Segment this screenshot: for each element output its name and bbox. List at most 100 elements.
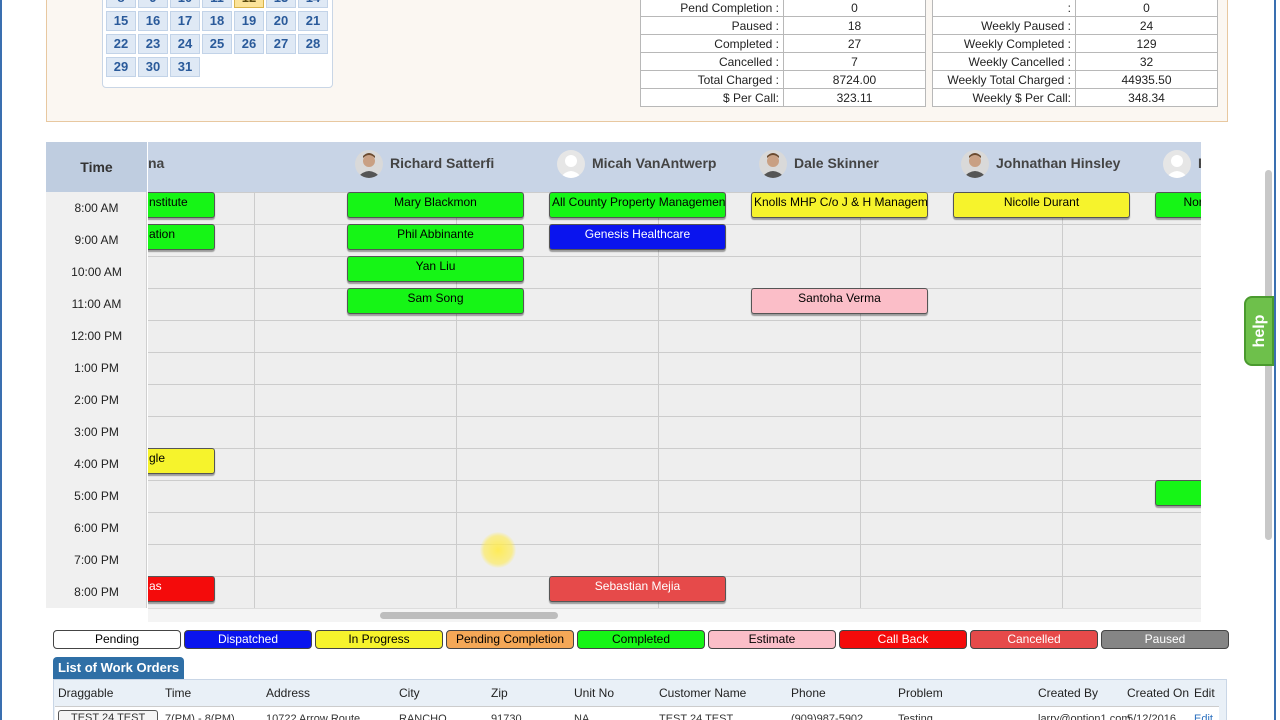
- schedule-horizontal-scrollbar[interactable]: [148, 608, 1201, 622]
- time-slot-label: 1:00 PM: [74, 361, 119, 375]
- grid-row-line: [148, 416, 1201, 417]
- technician-header-row: na Richard Satterfi Micah VanAntwerp Dale S…: [148, 142, 1201, 192]
- stats-row: Completed :27: [640, 34, 926, 53]
- stats-value: 24: [1075, 16, 1218, 35]
- stats-value: 18: [783, 16, 926, 35]
- grid-row-line: [148, 544, 1201, 545]
- column-header[interactable]: Zip: [491, 686, 508, 700]
- calendar-day[interactable]: 12: [234, 0, 264, 8]
- calendar-day[interactable]: 25: [202, 34, 232, 54]
- table-cell: 7(PM) - 8(PM): [165, 713, 235, 720]
- table-cell[interactable]: Edit: [1194, 713, 1213, 720]
- calendar-day[interactable]: 16: [138, 11, 168, 31]
- calendar-day[interactable]: 21: [298, 11, 328, 31]
- column-header[interactable]: Problem: [898, 686, 943, 700]
- stats-row: Weekly Cancelled :32: [932, 52, 1218, 71]
- work-order-block[interactable]: Sam Song: [347, 288, 524, 314]
- table-row[interactable]: TEST 24 TEST 7(PM) - 8(PM) 10722 Arrow Rou…: [55, 706, 1219, 720]
- column-header[interactable]: Time: [165, 686, 191, 700]
- technician-name: Johnathan Hinsley: [996, 155, 1121, 171]
- time-slot-label: 6:00 PM: [74, 521, 119, 535]
- work-order-block[interactable]: Yan Liu: [347, 256, 524, 282]
- work-order-block[interactable]: Carlyn Couch: [1155, 480, 1201, 506]
- calendar-day[interactable]: 23: [138, 34, 168, 54]
- calendar-day[interactable]: 19: [234, 11, 264, 31]
- stats-label: Weekly Paused :: [932, 16, 1076, 35]
- calendar-day[interactable]: 29: [106, 57, 136, 77]
- calendar-day[interactable]: 15: [106, 11, 136, 31]
- column-header[interactable]: Edit: [1194, 686, 1215, 700]
- daily-stats-table: Pend Completion :0 Paused :18 Completed :2…: [640, 0, 926, 107]
- column-header[interactable]: Unit No: [574, 686, 614, 700]
- time-slot-label: 5:00 PM: [74, 489, 119, 503]
- table-cell: RANCHO: [399, 713, 447, 720]
- mouse-cursor-highlight: [480, 532, 516, 568]
- column-header[interactable]: Customer Name: [659, 686, 746, 700]
- calendar-day[interactable]: 26: [234, 34, 264, 54]
- table-cell[interactable]: TEST 24 TEST: [58, 710, 159, 720]
- stats-value: 27: [783, 34, 926, 53]
- column-header[interactable]: City: [399, 686, 420, 700]
- column-header[interactable]: Address: [266, 686, 310, 700]
- help-tab[interactable]: help: [1244, 296, 1274, 366]
- legend-pending: Pending: [53, 630, 181, 649]
- calendar-day[interactable]: 22: [106, 34, 136, 54]
- work-order-block[interactable]: Mary Blackmon: [347, 192, 524, 218]
- time-slot-label: 11:00 AM: [71, 297, 122, 311]
- scrollbar-thumb[interactable]: [380, 612, 558, 619]
- stats-label: Weekly Total Charged :: [932, 70, 1076, 89]
- legend-paused: Paused: [1101, 630, 1229, 649]
- grid-row-line: [148, 448, 1201, 449]
- calendar-day[interactable]: 8: [106, 0, 136, 8]
- avatar: [759, 150, 787, 178]
- stats-value: 348.34: [1075, 88, 1218, 107]
- column-header[interactable]: Draggable: [58, 686, 113, 700]
- work-order-block[interactable]: nstitute: [148, 192, 215, 218]
- stats-row: Cancelled :7: [640, 52, 926, 71]
- table-cell: Testing: [898, 713, 933, 720]
- time-slot-label: 4:00 PM: [74, 457, 119, 471]
- technician-name: Dale Skinner: [794, 155, 879, 171]
- stats-value: 129: [1075, 34, 1218, 53]
- calendar-day[interactable]: 31: [170, 57, 200, 77]
- calendar-day[interactable]: 28: [298, 34, 328, 54]
- work-order-block[interactable]: Santoha Verma: [751, 288, 928, 314]
- calendar-day[interactable]: 13: [266, 0, 296, 8]
- work-order-block[interactable]: gle: [148, 448, 215, 474]
- work-order-block[interactable]: Knolls MHP C/o J & H Management: [751, 192, 928, 218]
- work-orders-title: List of Work Orders: [53, 657, 184, 679]
- calendar-day[interactable]: 24: [170, 34, 200, 54]
- legend-dispatched: Dispatched: [184, 630, 312, 649]
- time-column: 8:00 AM 9:00 AM 10:00 AM 11:00 AM 12:00 PM 1:…: [46, 192, 147, 608]
- calendar-day[interactable]: 10: [170, 0, 200, 8]
- help-label: help: [1251, 314, 1268, 348]
- work-order-block[interactable]: as: [148, 576, 215, 602]
- calendar-day[interactable]: 18: [202, 11, 232, 31]
- work-order-block[interactable]: All County Property Management: [549, 192, 726, 218]
- stats-label: Paused :: [640, 16, 784, 35]
- time-slot-label: 7:00 PM: [74, 553, 119, 567]
- column-header[interactable]: Created By: [1038, 686, 1098, 700]
- work-order-block[interactable]: Nicolle Durant: [953, 192, 1130, 218]
- calendar-day[interactable]: 17: [170, 11, 200, 31]
- calendar-day[interactable]: 9: [138, 0, 168, 8]
- grid-column-line: [456, 192, 457, 608]
- avatar: [961, 150, 989, 178]
- work-order-block[interactable]: Sebastian Mejia: [549, 576, 726, 602]
- stats-label: Completed :: [640, 34, 784, 53]
- calendar-day[interactable]: 30: [138, 57, 168, 77]
- calendar-day[interactable]: 11: [202, 0, 232, 8]
- column-header[interactable]: Created On: [1127, 686, 1189, 700]
- work-order-block[interactable]: Genesis Healthcare: [549, 224, 726, 250]
- work-order-block[interactable]: Phil Abbinante: [347, 224, 524, 250]
- app-frame: 8910111213141516171819202122232425262728…: [0, 0, 1280, 720]
- stats-label: Total Charged :: [640, 70, 784, 89]
- column-header[interactable]: Phone: [791, 686, 826, 700]
- work-order-block[interactable]: North Star Real Estate: [1155, 192, 1201, 218]
- stats-value: 0: [783, 0, 926, 17]
- stats-label: Weekly Completed :: [932, 34, 1076, 53]
- work-order-block[interactable]: ation: [148, 224, 215, 250]
- calendar-day[interactable]: 27: [266, 34, 296, 54]
- calendar-day[interactable]: 20: [266, 11, 296, 31]
- calendar-day[interactable]: 14: [298, 0, 328, 8]
